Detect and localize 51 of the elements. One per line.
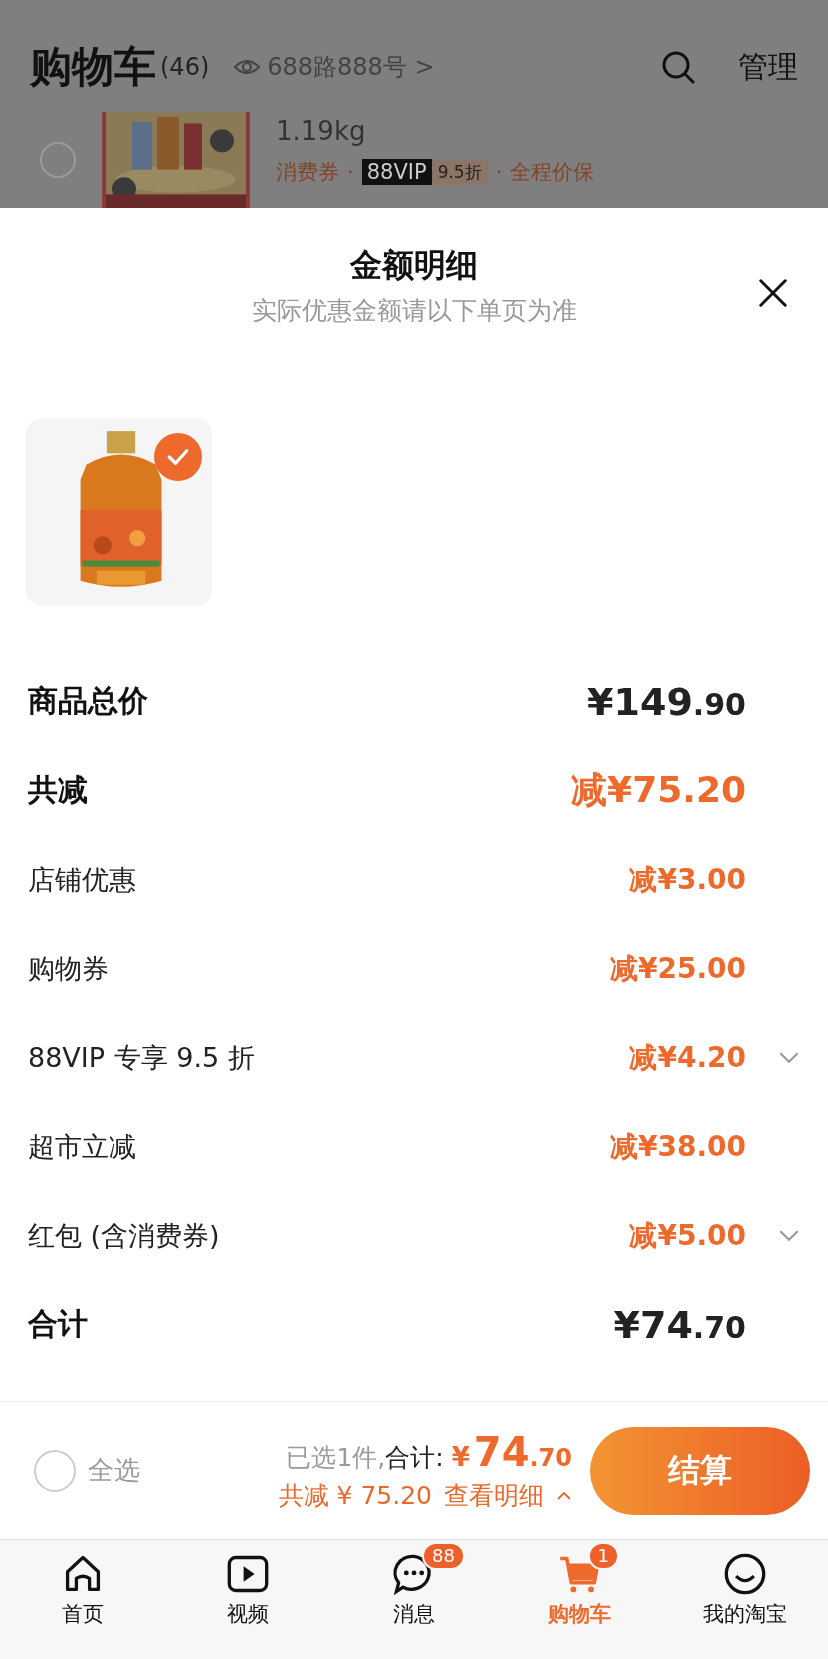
tab-item[interactable]: 首页 (0, 1540, 166, 1659)
row-label: 红包 (含消费券) (28, 1218, 221, 1253)
row-label: 店铺优惠 (28, 862, 137, 897)
row-label: 合计 (28, 1305, 89, 1343)
promo-tag: 全程价保 (510, 158, 595, 186)
amount-value: 减¥3.00 (629, 861, 746, 898)
row-label: 超市立减 (28, 1129, 137, 1164)
row-label: 共减 (28, 771, 89, 809)
amount-value: 减¥4.20 (629, 1039, 746, 1076)
selected-count: 已选1件, (286, 1442, 386, 1474)
page-title: 购物车 (30, 41, 156, 93)
item-checkbox[interactable] (40, 142, 76, 178)
discount-total: 共减 ¥ 75.20 (278, 1480, 432, 1512)
amount-value: 减¥25.00 (609, 950, 746, 987)
amount-value: 减¥75.20 (571, 768, 746, 812)
tab-item[interactable]: 视频 (165, 1540, 332, 1659)
chevron-down-icon[interactable] (778, 1229, 800, 1242)
select-all-checkbox[interactable] (34, 1449, 76, 1492)
amount-value: ¥149.90 (587, 679, 746, 724)
separator-dot: · (347, 160, 354, 184)
close-icon[interactable] (758, 278, 788, 308)
smile-icon (723, 1552, 768, 1596)
row-label: 88VIP 专享 9.5 折 (28, 1040, 256, 1075)
total-label: 合计: (385, 1442, 444, 1474)
amount-value: ¥74.70 (613, 1302, 746, 1347)
manage-button[interactable]: 管理 (738, 46, 798, 88)
chevron-down-icon[interactable] (778, 1051, 800, 1064)
checkout-button[interactable]: 结算 (590, 1426, 810, 1515)
row-label: 商品总价 (28, 682, 149, 720)
promo-tag: 消费券 (276, 158, 339, 186)
count-badge: 1 (587, 1542, 620, 1570)
sheet-title: 金额明细 (350, 245, 478, 286)
tab-item[interactable]: 88 消息 (331, 1540, 497, 1659)
address-link[interactable]: 688路888号 > (267, 51, 435, 83)
tab-item[interactable]: 1 购物车 (496, 1540, 663, 1659)
separator-dot: · (495, 160, 503, 184)
amount-value: 减¥38.00 (609, 1128, 746, 1165)
total-price: ¥74.70 (451, 1429, 572, 1475)
details-link[interactable]: 查看明细 (444, 1479, 544, 1512)
select-all-label[interactable]: 全选 (88, 1453, 140, 1488)
cart-count: (46) (160, 53, 210, 81)
eye-icon (233, 57, 262, 77)
search-icon[interactable] (660, 49, 696, 85)
product-spec: 1.19kg (276, 118, 367, 144)
amount-value: 减¥5.00 (629, 1217, 746, 1254)
row-label: 购物券 (28, 951, 110, 986)
caret-icon[interactable] (556, 1490, 572, 1501)
tab-item[interactable]: 我的淘宝 (662, 1540, 828, 1659)
sheet-subtitle: 实际优惠金额请以下单页为准 (251, 295, 577, 327)
count-badge: 88 (422, 1542, 465, 1570)
vip-discount-tag: 88VIP 9.5折 (361, 159, 488, 185)
